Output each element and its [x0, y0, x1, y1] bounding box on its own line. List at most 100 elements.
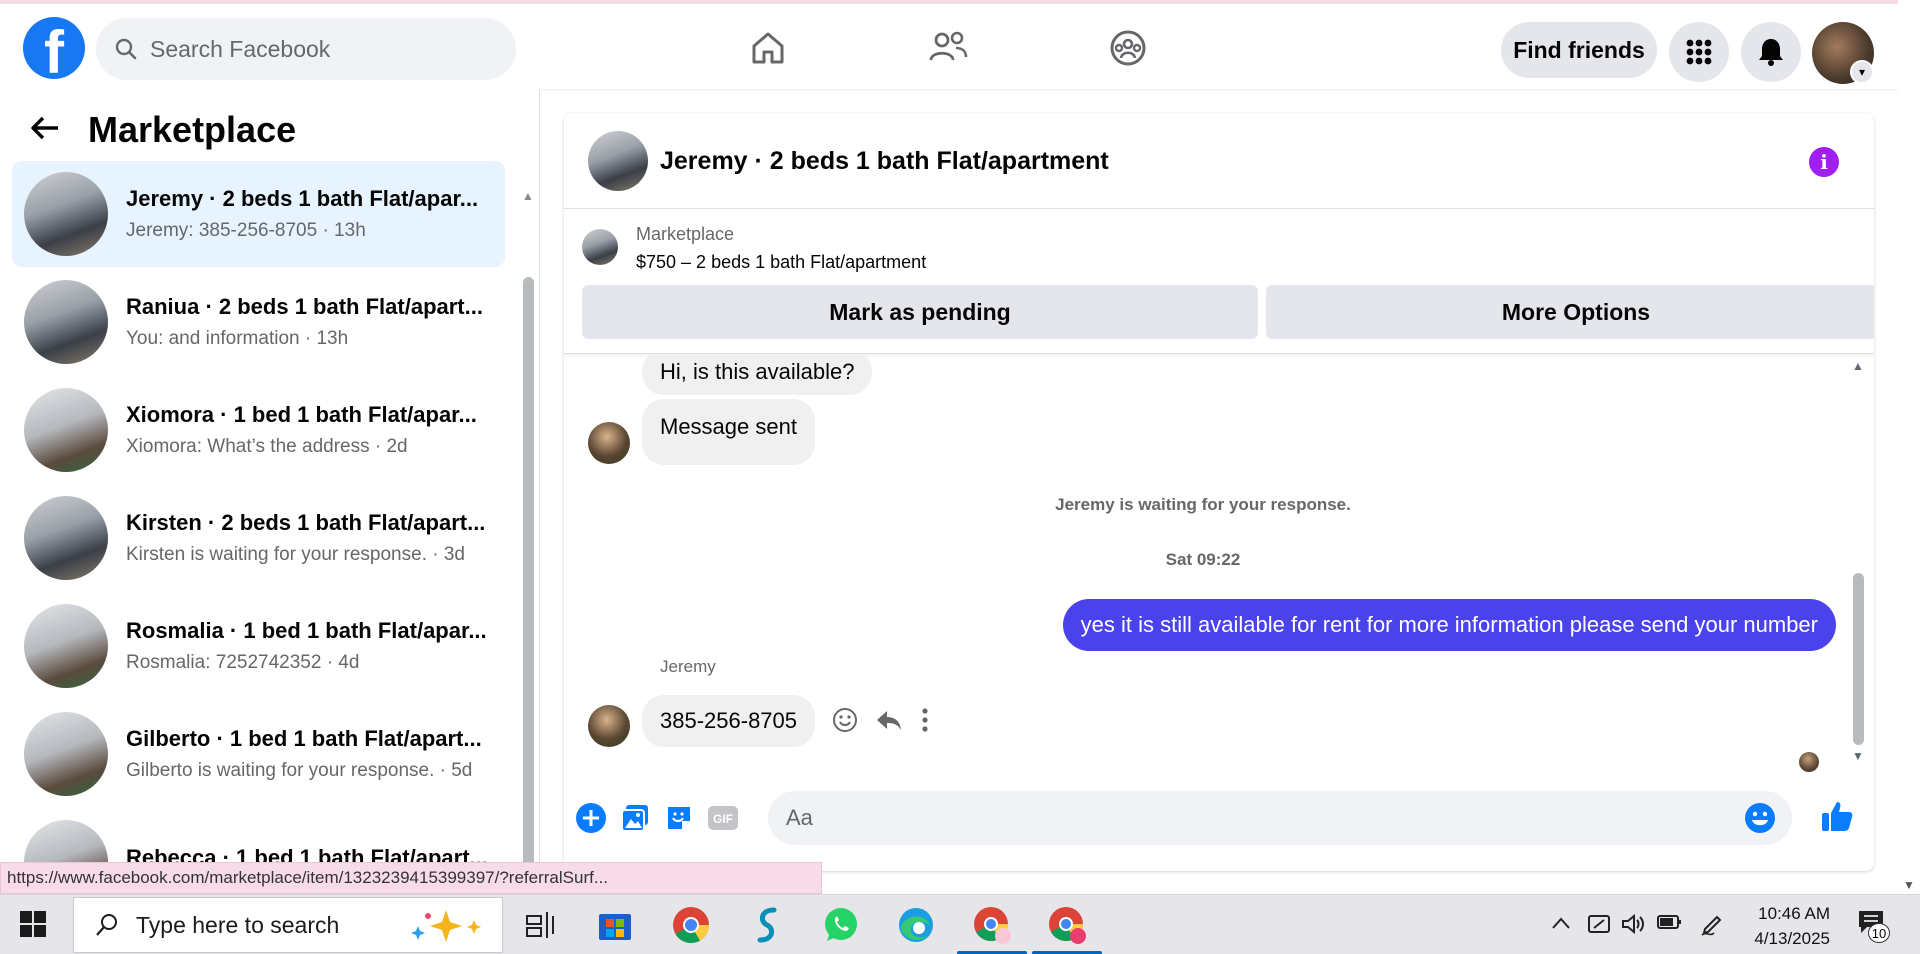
svg-text:GIF: GIF: [713, 812, 733, 826]
conversation-preview: You: and information · 13h: [126, 328, 349, 349]
listing-thumbnail: [24, 172, 108, 256]
battery-icon[interactable]: [1656, 913, 1682, 937]
scroll-down-arrow-icon[interactable]: ▼: [1852, 749, 1864, 763]
pen-icon[interactable]: [1700, 913, 1724, 943]
listing-card: Marketplace $750 – 2 beds 1 bath Flat/ap…: [564, 210, 1874, 354]
conversation-preview: Gilberto is waiting for your response. ·…: [126, 760, 473, 781]
outgoing-message: yes it is still available for rent for m…: [1062, 599, 1836, 651]
microsoft-store-icon[interactable]: [592, 903, 638, 947]
sticker-icon[interactable]: [662, 801, 696, 835]
incoming-message: Message sent: [642, 399, 815, 465]
groups-icon[interactable]: [1104, 24, 1152, 72]
conversation-name: Rosmalia · 1 bed 1 bath Flat/apar...: [126, 618, 487, 643]
edge-icon[interactable]: [893, 903, 939, 947]
incoming-message: Hi, is this available?: [642, 355, 873, 395]
conversation-preview: Rosmalia: 7252742352 · 4d: [126, 652, 360, 673]
conversation-item[interactable]: Kirsten · 2 beds 1 bath Flat/apart... Kir…: [12, 485, 505, 591]
scroll-up-arrow-icon[interactable]: ▲: [1852, 359, 1864, 373]
find-friends-button[interactable]: Find friends: [1501, 22, 1657, 78]
chrome-profile-active-icon[interactable]: [1032, 903, 1102, 954]
marketplace-sidebar: Marketplace Jeremy · 2 beds 1 bath Flat/…: [0, 89, 540, 894]
info-icon[interactable]: i: [1809, 147, 1839, 177]
thumbs-up-icon[interactable]: [1820, 799, 1854, 833]
sender-name-label: Jeremy: [660, 657, 716, 676]
bell-icon: [1759, 39, 1783, 66]
friends-icon[interactable]: [924, 24, 972, 72]
home-icon[interactable]: [744, 24, 792, 72]
message-timestamp: Sat 09:22: [1165, 550, 1241, 569]
listing-thumbnail: [24, 496, 108, 580]
chat-avatar[interactable]: [588, 131, 648, 191]
search-icon: [115, 38, 137, 60]
chrome-icon[interactable]: [668, 903, 714, 947]
gif-icon[interactable]: GIF: [706, 801, 740, 835]
seen-indicator-avatar: [1799, 752, 1819, 772]
message-input[interactable]: Aa: [768, 791, 1792, 845]
sidebar-header: Marketplace: [30, 109, 296, 151]
conversation-name: Gilberto · 1 bed 1 bath Flat/apart...: [126, 726, 482, 751]
network-icon[interactable]: [1587, 913, 1611, 941]
chat-scrollbar[interactable]: ▲ ▼: [1852, 355, 1866, 775]
reply-icon[interactable]: [875, 709, 903, 738]
clock-date: 4/13/2025: [1754, 929, 1830, 948]
chrome-profile-icon[interactable]: [957, 903, 1027, 954]
scroll-up-arrow-icon[interactable]: ▲: [522, 189, 534, 203]
chat-header: Jeremy · 2 beds 1 bath Flat/apartment i: [564, 113, 1874, 209]
more-actions-icon[interactable]: [921, 707, 929, 740]
conversation-name: Jeremy · 2 beds 1 bath Flat/apar...: [126, 186, 479, 211]
conversation-name: Xiomora · 1 bed 1 bath Flat/apar...: [126, 402, 477, 427]
script-app-icon[interactable]: [744, 903, 790, 947]
conversation-item[interactable]: Jeremy · 2 beds 1 bath Flat/apar... Jerem…: [12, 161, 505, 267]
conversation-item[interactable]: Rosmalia · 1 bed 1 bath Flat/apar... Rosm…: [12, 593, 505, 699]
search-icon: [96, 914, 117, 936]
sender-avatar[interactable]: [588, 705, 630, 747]
sidebar-scrollbar[interactable]: ▲: [522, 189, 534, 894]
photo-icon[interactable]: [618, 801, 652, 835]
conversation-name: Kirsten · 2 beds 1 bath Flat/apart...: [126, 510, 486, 535]
account-chevron-down-icon[interactable]: ▾: [1850, 60, 1874, 84]
emoji-icon[interactable]: [1744, 802, 1776, 840]
listing-thumbnail: [24, 280, 108, 364]
more-options-button[interactable]: More Options: [1266, 285, 1874, 339]
message-composer: GIF Aa: [564, 781, 1874, 861]
task-view-icon[interactable]: [518, 903, 564, 947]
conversation-item[interactable]: Gilberto · 1 bed 1 bath Flat/apart... Gil…: [12, 701, 505, 807]
listing-thumbnail[interactable]: [582, 229, 618, 265]
conversation-preview: Kirsten is waiting for your response. · …: [126, 544, 465, 565]
menu-grid-button[interactable]: [1669, 22, 1729, 82]
message-input-placeholder: Aa: [786, 805, 813, 830]
listing-title[interactable]: $750 – 2 beds 1 bath Flat/apartment: [636, 252, 926, 273]
notification-count-badge: 10: [1868, 923, 1890, 943]
chat-title[interactable]: Jeremy · 2 beds 1 bath Flat/apartment: [660, 147, 1109, 176]
conversation-preview: Jeremy: 385-256-8705 · 13h: [126, 220, 366, 241]
conversation-item[interactable]: Xiomora · 1 bed 1 bath Flat/apar... Xiomo…: [12, 377, 505, 483]
search-placeholder: Search Facebook: [150, 35, 331, 62]
taskbar-search-input[interactable]: Type here to search: [73, 897, 503, 953]
taskbar-search-placeholder: Type here to search: [136, 911, 340, 938]
sender-avatar[interactable]: [588, 422, 630, 464]
system-clock[interactable]: 10:46 AM 4/13/2025: [1730, 901, 1830, 951]
plus-icon[interactable]: [574, 801, 608, 835]
listing-thumbnail: [24, 388, 108, 472]
scroll-down-arrow-icon[interactable]: ▼: [1903, 878, 1915, 892]
listing-thumbnail: [24, 712, 108, 796]
top-nav-bar: f Search Facebook Find friends ▾: [0, 0, 1898, 89]
listing-thumbnail: [24, 604, 108, 688]
windows-start-icon[interactable]: [20, 911, 46, 942]
clock-time: 10:46 AM: [1758, 904, 1830, 923]
volume-icon[interactable]: [1621, 913, 1647, 941]
page-scrollbar[interactable]: ▼: [1898, 0, 1920, 894]
facebook-logo[interactable]: f: [23, 17, 85, 79]
conversation-item[interactable]: Raniua · 2 beds 1 bath Flat/apart... You:…: [12, 269, 505, 375]
notifications-button[interactable]: [1741, 22, 1801, 82]
back-arrow-icon[interactable]: [30, 111, 60, 150]
mark-as-pending-button[interactable]: Mark as pending: [582, 285, 1258, 339]
chevron-up-icon[interactable]: [1551, 913, 1571, 936]
react-emoji-icon[interactable]: [832, 707, 858, 740]
incoming-message: 385-256-8705: [642, 695, 816, 747]
grid-icon: [1686, 39, 1712, 65]
whatsapp-icon[interactable]: [818, 903, 864, 947]
scrollbar-thumb[interactable]: [523, 277, 534, 894]
search-facebook-input[interactable]: Search Facebook: [96, 18, 516, 80]
scrollbar-thumb[interactable]: [1853, 573, 1864, 745]
